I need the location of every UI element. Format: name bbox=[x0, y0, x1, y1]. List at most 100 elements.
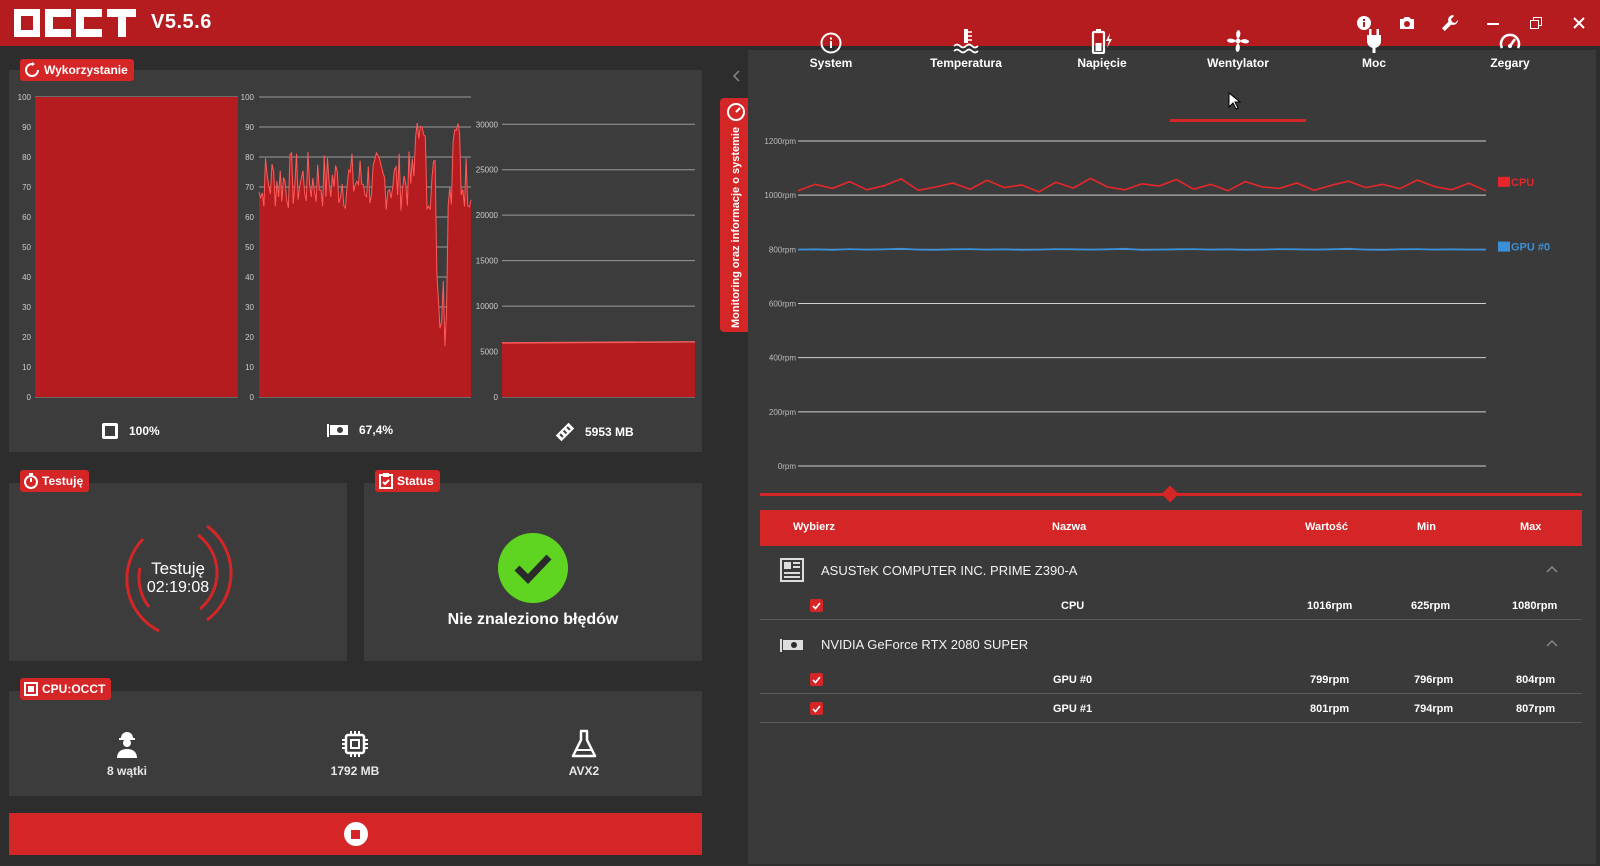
ram-chart-tick-label: 15000 bbox=[476, 257, 499, 266]
cpu-usage-value: 100% bbox=[129, 424, 160, 438]
cpu-usage-label: 100% bbox=[101, 422, 160, 440]
sensor-max: 1080rpm bbox=[1512, 600, 1558, 612]
testing-panel: Testuję 02:19:08 bbox=[9, 483, 347, 661]
table-row: CPU 1016rpm 625rpm 1080rpm bbox=[760, 592, 1582, 620]
cpu-chip-icon bbox=[24, 682, 38, 696]
gpu-chart-tick-label: 20 bbox=[245, 333, 254, 342]
fan-chart-tick-label: 600rpm bbox=[769, 300, 796, 309]
row-checkbox[interactable] bbox=[810, 599, 823, 612]
usage-charts: 1009080706050403020100100908070605040302… bbox=[18, 93, 696, 402]
gpu-chart-tick-label: 100 bbox=[241, 93, 255, 102]
motherboard-icon bbox=[780, 558, 804, 582]
cpu-chart-tick-label: 70 bbox=[22, 183, 31, 192]
gpu-usage-area bbox=[259, 122, 471, 398]
cpu-chart-tick-label: 20 bbox=[22, 333, 31, 342]
tab-voltage[interactable]: Napięcie bbox=[1042, 26, 1162, 70]
chevron-up-icon[interactable] bbox=[1546, 639, 1558, 647]
worker-icon bbox=[47, 728, 207, 760]
header-select[interactable]: Wybierz bbox=[793, 521, 835, 533]
fan-chart-tick-label: 1200rpm bbox=[764, 137, 796, 146]
fan-series-label: CPU bbox=[1511, 177, 1534, 189]
fan-icon bbox=[1178, 26, 1298, 54]
cpu-chart-tick-label: 80 bbox=[22, 153, 31, 162]
gpu-chart-tick-label: 80 bbox=[245, 153, 254, 162]
fan-speed-chart: 1200rpm 1000rpm 800rpm 600rpm 400rpm 200rpm 0r… bbox=[764, 137, 1550, 471]
status-panel: Nie znaleziono błędów bbox=[364, 483, 702, 661]
tab-clocks[interactable]: Zegary bbox=[1450, 26, 1570, 70]
collapse-chevron-icon[interactable] bbox=[728, 68, 744, 84]
status-tag-label: Status bbox=[397, 474, 434, 488]
ram-chart-tick-label: 30000 bbox=[476, 120, 499, 129]
fan-chart-tick-label: 1000rpm bbox=[764, 191, 796, 200]
mouse-cursor-icon bbox=[1228, 91, 1242, 110]
group-row-gpu[interactable]: NVIDIA GeForce RTX 2080 SUPER bbox=[760, 622, 1582, 666]
info-circle-icon bbox=[771, 26, 891, 54]
cpu-chart-tick-label: 60 bbox=[22, 213, 31, 222]
side-tab-text: Monitoring oraz informacje o systemie bbox=[730, 126, 742, 328]
ram-usage-value: 5953 MB bbox=[585, 425, 634, 439]
header-value[interactable]: Wartość bbox=[1305, 521, 1348, 533]
ram-usage-label: 5953 MB bbox=[555, 422, 634, 442]
ram-usage-area bbox=[502, 342, 695, 397]
cpu-occt-tag-label: CPU:OCCT bbox=[42, 682, 106, 696]
gpu-chart-tick-label: 90 bbox=[245, 123, 254, 132]
ram-chart-tick-label: 0 bbox=[494, 393, 499, 402]
chevron-up-icon[interactable] bbox=[1546, 565, 1558, 573]
thermometer-icon bbox=[906, 26, 1026, 54]
testing-elapsed-time: 02:19:08 bbox=[146, 579, 210, 596]
group-row-motherboard[interactable]: ASUSTeK COMPUTER INC. PRIME Z390-A bbox=[760, 548, 1582, 592]
tab-fan-label: Wentylator bbox=[1207, 56, 1269, 70]
sensor-name: CPU bbox=[1061, 600, 1085, 612]
speedometer-icon bbox=[727, 103, 745, 121]
cpu-chart-tick-label: 90 bbox=[22, 123, 31, 132]
usage-panel: 100 90 80 70 60 50 40 30 20 10 0 100 90 80 70 60 50 40 30 2… bbox=[9, 70, 702, 452]
plug-icon bbox=[1314, 26, 1434, 54]
tab-voltage-label: Napięcie bbox=[1077, 56, 1127, 70]
gpu-chart-tick-label: 60 bbox=[245, 213, 254, 222]
sensor-value: 801rpm bbox=[1310, 703, 1350, 715]
cpu-chart-tick-label: 30 bbox=[22, 303, 31, 312]
tab-power-label: Moc bbox=[1362, 56, 1386, 70]
threads-item: 8 wątki bbox=[47, 728, 207, 778]
sensor-min: 796rpm bbox=[1414, 674, 1454, 686]
row-checkbox[interactable] bbox=[810, 673, 823, 686]
tab-power[interactable]: Moc bbox=[1314, 26, 1434, 70]
row-checkbox[interactable] bbox=[810, 702, 823, 715]
sensor-min: 625rpm bbox=[1411, 600, 1451, 612]
tab-fan[interactable]: Wentylator bbox=[1178, 26, 1298, 70]
check-circle-icon bbox=[498, 533, 568, 603]
instruction-set-value: AVX2 bbox=[568, 764, 600, 778]
sensor-max: 804rpm bbox=[1516, 674, 1556, 686]
ram-chart-tick-label: 5000 bbox=[480, 348, 498, 357]
refresh-icon bbox=[25, 62, 39, 77]
table-row: GPU #1 801rpm 794rpm 807rpm bbox=[760, 695, 1582, 723]
tab-clocks-label: Zegary bbox=[1490, 56, 1530, 70]
sensor-name: GPU #0 bbox=[1053, 674, 1093, 686]
sensor-min: 794rpm bbox=[1414, 703, 1454, 715]
stop-test-button[interactable] bbox=[9, 813, 702, 855]
fan-series-legend-swatch bbox=[1498, 176, 1510, 187]
cpu-chart-tick-label: 0 bbox=[27, 393, 32, 402]
header-name[interactable]: Nazwa bbox=[1052, 521, 1086, 533]
fan-series-legend-swatch bbox=[1498, 241, 1510, 252]
tab-temperature[interactable]: Temperatura bbox=[906, 26, 1026, 70]
sensor-max: 807rpm bbox=[1516, 703, 1556, 715]
memory-value: 1792 MB bbox=[330, 764, 380, 778]
occt-logo bbox=[14, 9, 136, 37]
sensor-table-header: Wybierz Nazwa Wartość Min Max bbox=[760, 510, 1582, 546]
ram-chart-tick-label: 20000 bbox=[476, 211, 499, 220]
gpu-chart-tick-label: 50 bbox=[245, 243, 254, 252]
cpu-chart-tick-label: 50 bbox=[22, 243, 31, 252]
threads-value: 8 wątki bbox=[106, 764, 148, 778]
gpu-card-icon bbox=[327, 424, 348, 437]
fan-series-label: GPU #0 bbox=[1511, 242, 1550, 254]
ram-chart-tick-label: 25000 bbox=[476, 166, 499, 175]
gpu-chart-tick-label: 0 bbox=[250, 393, 255, 402]
tab-system[interactable]: System bbox=[771, 26, 891, 70]
flask-icon bbox=[504, 728, 664, 760]
usage-tag-label: Wykorzystanie bbox=[44, 63, 128, 77]
header-min[interactable]: Min bbox=[1417, 521, 1436, 533]
clipboard-check-icon bbox=[379, 473, 393, 489]
testing-tag: Testuję bbox=[20, 470, 90, 492]
header-max[interactable]: Max bbox=[1520, 521, 1541, 533]
